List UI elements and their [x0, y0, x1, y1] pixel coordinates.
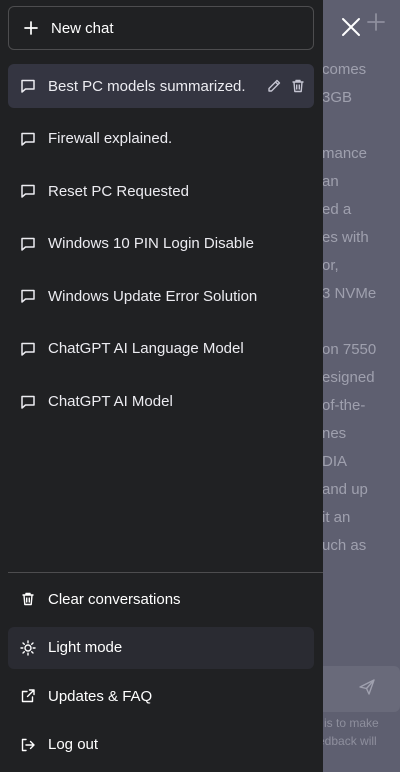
drawer-menu: Clear conversations Light mode Updates &…	[8, 578, 314, 772]
history-item[interactable]: Firewall explained.	[8, 117, 314, 161]
new-chat-button[interactable]: New chat	[8, 6, 314, 50]
clear-conversations-button[interactable]: Clear conversations	[8, 578, 314, 620]
history-item-label: Reset PC Requested	[48, 182, 189, 200]
background-footer-text: l is to make edback will	[318, 716, 379, 748]
history-item-label: Windows 10 PIN Login Disable	[48, 235, 254, 253]
menu-item-label: Clear conversations	[48, 590, 181, 608]
trash-icon[interactable]	[290, 78, 306, 94]
chat-bubble-icon	[20, 288, 36, 304]
menu-item-label: Log out	[48, 736, 99, 753]
logout-icon	[20, 737, 36, 753]
history-item-actions	[266, 64, 314, 108]
divider	[8, 572, 323, 573]
menu-item-label: Updates & FAQ	[48, 687, 153, 705]
history-item[interactable]: ChatGPT AI Language Model	[8, 327, 314, 371]
log-out-button[interactable]: Log out	[8, 724, 314, 766]
history-item[interactable]: Windows Update Error Solution	[8, 274, 314, 318]
history-item-label: ChatGPT AI Language Model	[48, 340, 244, 358]
chat-bubble-icon	[20, 78, 36, 94]
chat-bubble-icon	[20, 236, 36, 252]
sun-icon	[20, 639, 36, 656]
chat-bubble-icon	[20, 131, 36, 147]
new-chat-label: New chat	[51, 19, 114, 37]
history-item[interactable]: Windows 10 PIN Login Disable	[8, 222, 314, 266]
plus-icon	[23, 20, 39, 36]
chat-bubble-icon	[20, 394, 36, 410]
light-mode-button[interactable]: Light mode	[8, 626, 314, 669]
menu-item-label: Light mode	[48, 639, 123, 656]
history-item-label: Best PC models summarized.	[48, 77, 246, 95]
chat-bubble-icon	[20, 183, 36, 199]
history-item[interactable]: Reset PC Requested	[8, 169, 314, 213]
history-item[interactable]: Best PC models summarized.	[8, 64, 314, 108]
updates-faq-link[interactable]: Updates & FAQ	[8, 675, 314, 717]
history-item-label: Windows Update Error Solution	[48, 287, 258, 305]
external-link-icon	[20, 688, 36, 704]
close-icon	[340, 16, 362, 38]
history-item-label: ChatGPT AI Model	[48, 393, 173, 411]
chat-history-list: Best PC models summarized. Firewall expl…	[8, 64, 314, 432]
sidebar-drawer: New chat Best PC models summarized. Fire…	[0, 0, 323, 772]
edit-pencil-icon[interactable]	[266, 78, 282, 94]
history-item-label: Firewall explained.	[48, 130, 173, 148]
history-item[interactable]: ChatGPT AI Model	[8, 380, 314, 424]
background-message-text: comes 3GB mance an ed a es with or, 3 NV…	[322, 61, 377, 554]
trash-icon	[20, 591, 36, 607]
chat-bubble-icon	[20, 341, 36, 357]
plus-icon	[366, 12, 386, 32]
close-drawer-button[interactable]	[340, 16, 362, 38]
send-icon	[358, 678, 376, 696]
